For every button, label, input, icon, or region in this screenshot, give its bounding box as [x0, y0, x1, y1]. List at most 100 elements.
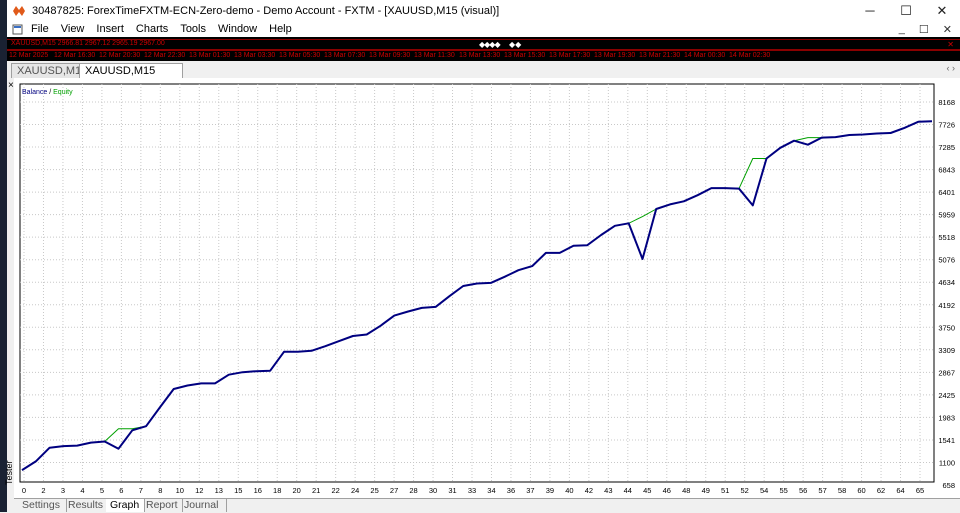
menu-charts[interactable]: Charts	[132, 23, 176, 35]
balance-equity-chart: 8168772672856843640159595518507646344192…	[19, 83, 955, 495]
strip-symbol-text: XAUUSD,M15 2966.81 2967.12 2965.19 2967.…	[11, 40, 165, 47]
strip-time-label: 12 Mar 16:30	[54, 52, 96, 59]
tab-settings[interactable]: Settings	[18, 499, 67, 512]
x-tick-label: 21	[312, 486, 320, 495]
x-tick-label: 51	[721, 486, 729, 495]
window-title: 30487825: ForexTimeFXTM-ECN-Zero-demo - …	[32, 4, 500, 17]
y-tick-label: 6843	[938, 166, 955, 175]
x-tick-label: 36	[507, 486, 515, 495]
x-tick-label: 52	[741, 486, 749, 495]
strip-time-label: 12 Mar 22:30	[144, 52, 186, 59]
legend: Balance / Equity	[22, 89, 73, 96]
menu-window[interactable]: Window	[214, 23, 265, 35]
graph-panel: 8168 7726 7285 6843 6401 5959 5518 5076 4634 4192…	[14, 78, 960, 498]
x-tick-label: 45	[643, 486, 651, 495]
child-minimize-button[interactable]: _	[899, 23, 905, 36]
x-tick-label: 4	[80, 486, 84, 495]
x-tick-label: 16	[254, 486, 262, 495]
strip-close-icon[interactable]: ✕	[947, 40, 954, 49]
menu-bar: File View Insert Charts Tools Window Hel…	[7, 21, 960, 37]
y-tick-label: 1541	[938, 436, 955, 445]
legend-equity: Equity	[53, 89, 73, 96]
child-close-button[interactable]: ✕	[943, 23, 952, 36]
strip-time-label: 13 Mar 01:30	[189, 52, 231, 59]
x-tick-label: 33	[468, 486, 476, 495]
x-tick-label: 15	[234, 486, 242, 495]
tab-xauusd-m15-visual[interactable]: XAUUSD,M15 (visual)	[79, 63, 183, 91]
y-tick-label: 7285	[938, 143, 955, 152]
tab-report[interactable]: Report	[142, 499, 183, 512]
desktop-edge	[0, 0, 7, 512]
x-tick-label: 5	[100, 486, 104, 495]
tab-xauusd-m15[interactable]: XAUUSD,M15	[11, 63, 87, 78]
app-logo-icon	[13, 5, 25, 16]
x-tick-label: 10	[176, 486, 184, 495]
x-tick-label: 2	[41, 486, 45, 495]
menu-help[interactable]: Help	[265, 23, 300, 35]
child-restore-button[interactable]: ☐	[919, 23, 929, 36]
tester-panel-bar	[7, 78, 14, 498]
x-tick-label: 0	[22, 486, 26, 495]
x-tick-label: 44	[624, 486, 632, 495]
y-tick-label: 8168	[938, 98, 955, 107]
menu-insert[interactable]: Insert	[92, 23, 132, 35]
tab-journal[interactable]: Journal	[180, 499, 227, 512]
y-tick-label: 2867	[938, 368, 955, 377]
x-tick-label: 56	[799, 486, 807, 495]
x-tick-label: 27	[390, 486, 398, 495]
document-icon	[12, 24, 23, 34]
x-tick-label: 46	[663, 486, 671, 495]
strip-time-label: 13 Mar 15:30	[504, 52, 546, 59]
x-tick-label: 7	[139, 486, 143, 495]
x-tick-label: 30	[429, 486, 437, 495]
x-tick-label: 6	[119, 486, 123, 495]
menu-tools[interactable]: Tools	[176, 23, 214, 35]
strip-time-label: 13 Mar 07:30	[324, 52, 366, 59]
x-tick-label: 57	[818, 486, 826, 495]
x-tick-label: 42	[585, 486, 593, 495]
strip-time-label: 13 Mar 11:30	[414, 52, 455, 59]
y-tick-label: 4634	[938, 278, 955, 287]
x-tick-label: 55	[779, 486, 787, 495]
y-tick-label: 1100	[939, 458, 955, 467]
strip-time-label: 13 Mar 03:30	[234, 52, 276, 59]
y-tick-label: 4192	[938, 301, 955, 310]
x-tick-label: 62	[877, 486, 885, 495]
minimize-button[interactable]: ─	[852, 0, 888, 21]
panel-close-icon[interactable]: ×	[8, 80, 14, 91]
y-tick-label: 3750	[938, 323, 955, 332]
chart-tabs: XAUUSD,M15 XAUUSD,M15 (visual) ‹ ›	[7, 61, 960, 91]
y-tick-label: 3309	[938, 346, 955, 355]
x-tick-label: 8	[158, 486, 162, 495]
strip-time-label: 13 Mar 17:30	[549, 52, 591, 59]
x-tick-label: 34	[487, 486, 495, 495]
tab-graph[interactable]: Graph	[106, 499, 145, 512]
x-tick-label: 28	[409, 486, 417, 495]
x-tick-label: 18	[273, 486, 281, 495]
maximize-button[interactable]: ☐	[888, 0, 924, 21]
trade-markers-icon: ◆◆◆◆	[479, 40, 501, 49]
strip-time-label: 13 Mar 09:30	[369, 52, 411, 59]
x-axis-ticks: 0 2 3 4 5 6 7 8 10 12 13 15 16 18 20 21 22 24 25 27 28 30 31 33…	[22, 486, 924, 495]
strip-time-axis: 12 Mar 2025 12 Mar 16:30 12 Mar 20:30 12 Ma…	[7, 52, 960, 61]
x-tick-label: 24	[351, 486, 359, 495]
strip-time-label: 14 Mar 00:30	[684, 52, 726, 59]
strip-time-label: 12 Mar 20:30	[99, 52, 141, 59]
trade-markers-icon-2: ◆◆	[509, 40, 522, 49]
x-tick-label: 43	[604, 486, 612, 495]
y-tick-label: 7726	[938, 121, 955, 130]
tab-results[interactable]: Results	[64, 499, 111, 512]
price-chart-strip[interactable]: XAUUSD,M15 2966.81 2967.12 2965.19 2967.…	[7, 37, 960, 61]
y-tick-label: 6401	[938, 188, 955, 197]
strip-time-label: 13 Mar 21:30	[639, 52, 681, 59]
x-tick-label: 40	[565, 486, 573, 495]
y-tick-label: 658	[942, 481, 955, 490]
menu-file[interactable]: File	[27, 23, 57, 35]
menu-view[interactable]: View	[57, 23, 93, 35]
close-button[interactable]: ✕	[924, 0, 960, 21]
strip-time-label: 12 Mar 2025	[9, 52, 49, 59]
tabs-scroll-icon[interactable]: ‹ ›	[947, 63, 956, 73]
x-tick-label: 39	[546, 486, 554, 495]
y-tick-label: 5959	[938, 211, 955, 220]
x-tick-label: 48	[682, 486, 690, 495]
